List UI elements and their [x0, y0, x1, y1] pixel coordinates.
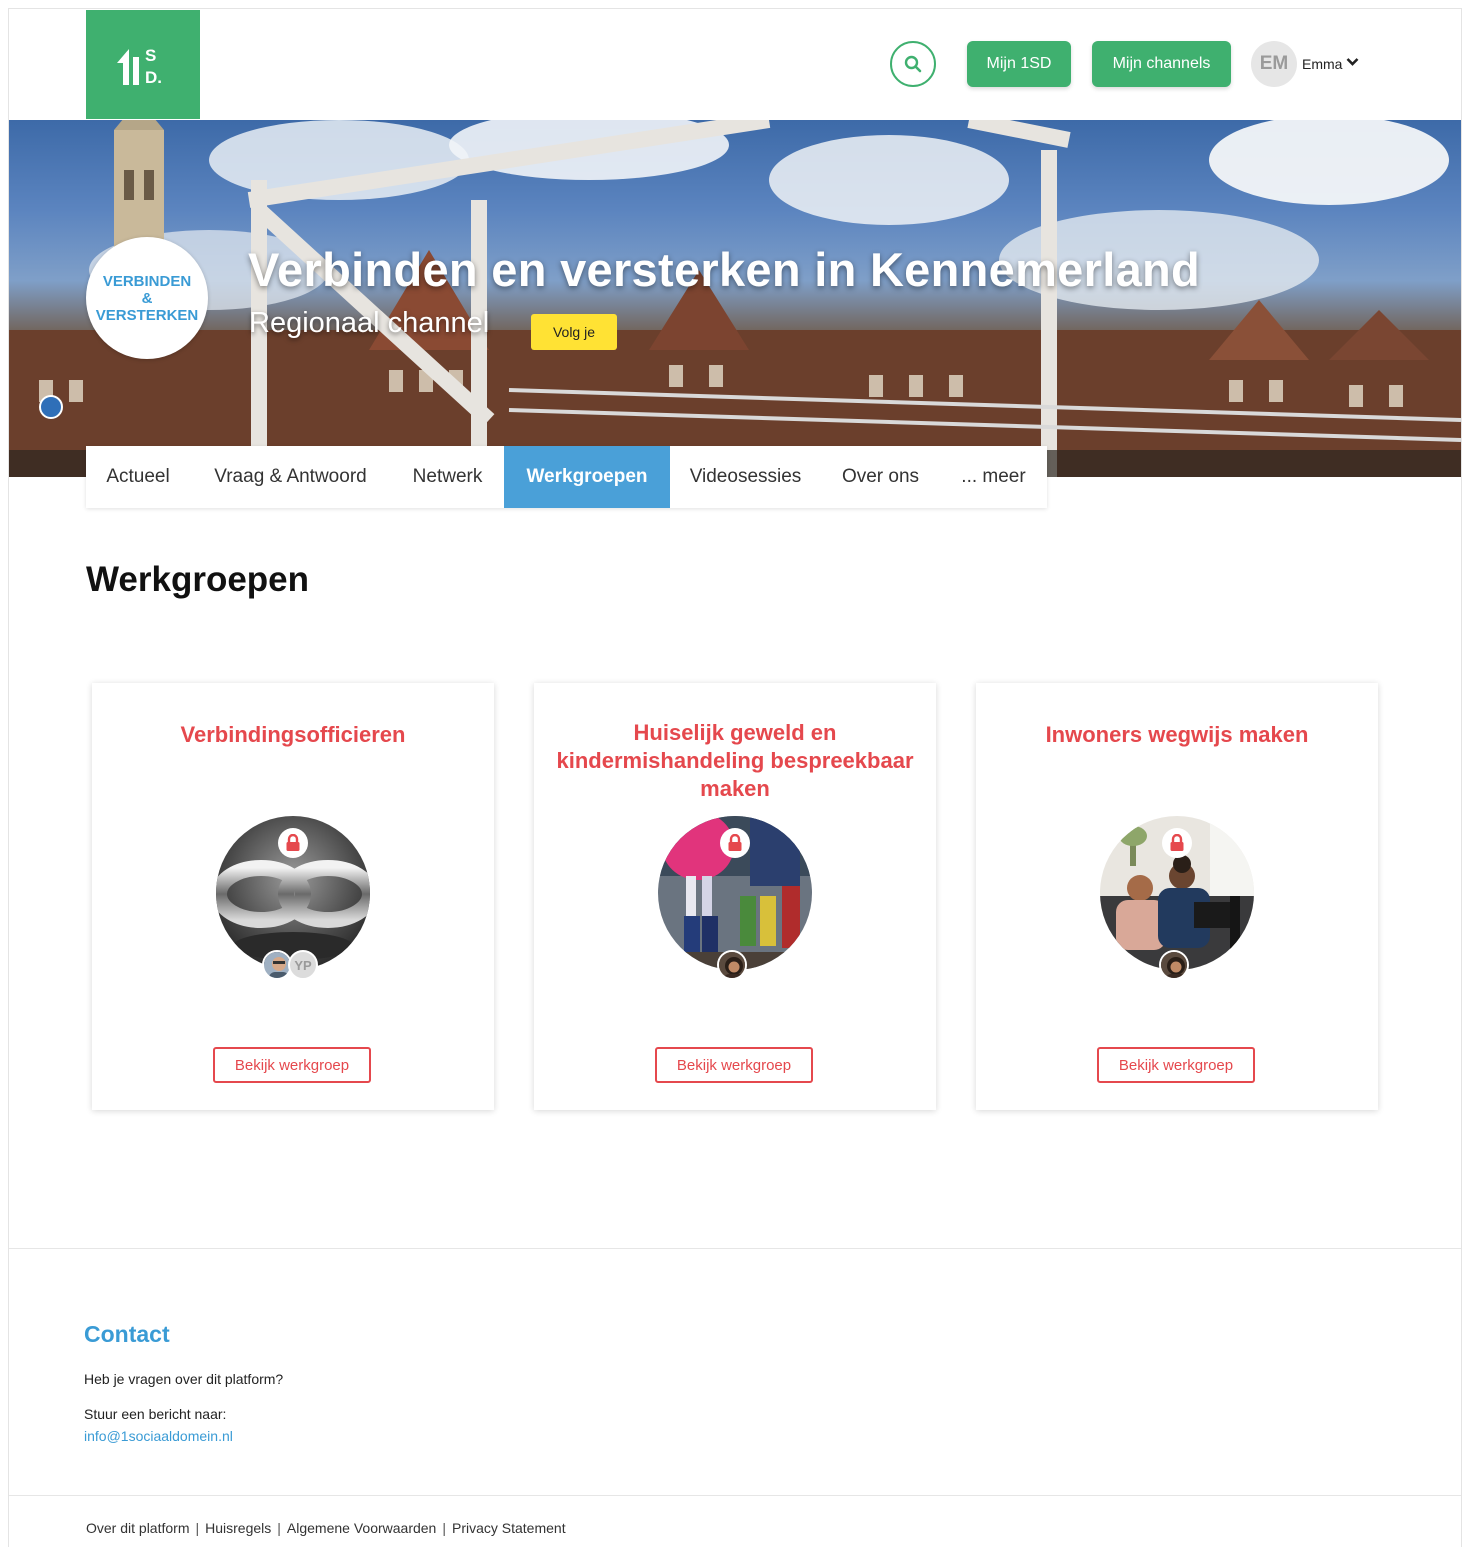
site-logo[interactable]: S D. — [86, 10, 200, 119]
workgroup-card: Verbindingsofficieren YP Bekijk werkgroe… — [92, 683, 494, 1110]
view-workgroup-button[interactable]: Bekijk werkgroep — [213, 1047, 371, 1083]
chevron-down-icon[interactable] — [1346, 57, 1359, 67]
mijn-channels-button[interactable]: Mijn channels — [1092, 41, 1231, 87]
badge-line-2: & — [141, 289, 153, 307]
search-icon — [904, 55, 922, 73]
svg-text:S: S — [145, 46, 156, 65]
tab-meer[interactable]: ... meer — [940, 446, 1047, 508]
footer-separator: | — [277, 1520, 281, 1536]
footer-link-privacy[interactable]: Privacy Statement — [452, 1520, 566, 1536]
channel-title: Verbinden en versterken in Kennemerland — [248, 243, 1201, 296]
lock-icon — [278, 828, 308, 858]
search-button[interactable] — [890, 41, 936, 87]
tab-vraag-antwoord[interactable]: Vraag & Antwoord — [190, 446, 391, 508]
view-workgroup-button[interactable]: Bekijk werkgroep — [1097, 1047, 1255, 1083]
mijn-1sd-button[interactable]: Mijn 1SD — [967, 41, 1071, 87]
footer-divider — [9, 1495, 1461, 1496]
badge-line-1: VERBINDEN — [102, 272, 192, 290]
footer-links: Over dit platform | Huisregels | Algemen… — [86, 1520, 566, 1536]
channel-badge: VERBINDEN & VERSTERKEN — [86, 237, 208, 359]
workgroup-title[interactable]: Inwoners wegwijs maken — [996, 721, 1358, 749]
contact-email-link[interactable]: info@1sociaaldomein.nl — [84, 1428, 233, 1444]
hero-banner — [9, 120, 1461, 477]
tab-actueel[interactable]: Actueel — [86, 446, 190, 508]
tab-werkgroepen[interactable]: Werkgroepen — [504, 446, 670, 508]
footer-link-voorwaarden[interactable]: Algemene Voorwaarden — [287, 1520, 436, 1536]
member-avatar[interactable] — [717, 950, 747, 980]
user-name[interactable]: Emma — [1302, 56, 1342, 72]
hero-photo — [9, 120, 1461, 477]
contact-title: Contact — [84, 1321, 170, 1347]
tab-videosessies[interactable]: Videosessies — [670, 446, 821, 508]
member-avatar[interactable] — [1159, 950, 1189, 980]
footer-separator: | — [195, 1520, 200, 1536]
contact-send-message: Stuur een bericht naar: — [84, 1406, 227, 1422]
workgroup-title[interactable]: Verbindingsofficieren — [112, 721, 474, 749]
tab-netwerk[interactable]: Netwerk — [391, 446, 504, 508]
workgroup-card: Huiselijk geweld en kindermishandeling b… — [534, 683, 936, 1110]
workgroup-card: Inwoners wegwijs maken Bekijk werkgroep — [976, 683, 1378, 1110]
user-avatar[interactable]: EM — [1251, 41, 1297, 87]
svg-text:D.: D. — [145, 68, 162, 87]
road-sign — [39, 395, 63, 419]
lock-icon — [720, 828, 750, 858]
footer-link-huisregels[interactable]: Huisregels — [205, 1520, 271, 1536]
member-avatar[interactable]: YP — [288, 950, 318, 980]
tab-over-ons[interactable]: Over ons — [821, 446, 940, 508]
page-title: Werkgroepen — [86, 560, 310, 599]
follow-button[interactable]: Volg je — [531, 314, 617, 350]
lock-icon — [1162, 828, 1192, 858]
logo-mark-icon: S D. — [117, 46, 162, 87]
footer-separator: | — [442, 1520, 446, 1536]
footer-divider — [9, 1248, 1461, 1249]
channel-subtitle: Regionaal channel — [249, 307, 490, 339]
workgroup-title[interactable]: Huiselijk geweld en kindermishandeling b… — [554, 719, 916, 803]
view-workgroup-button[interactable]: Bekijk werkgroep — [655, 1047, 813, 1083]
badge-line-3: VERSTERKEN — [95, 306, 199, 324]
contact-question: Heb je vragen over dit platform? — [84, 1371, 284, 1387]
footer-link-over[interactable]: Over dit platform — [86, 1520, 189, 1536]
channel-tabs: Actueel Vraag & Antwoord Netwerk Werkgro… — [86, 446, 1047, 508]
